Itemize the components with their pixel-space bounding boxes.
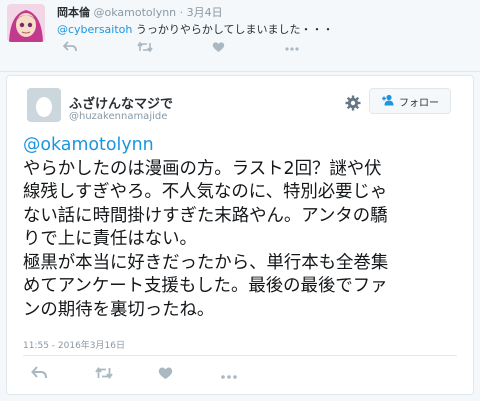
follow-button[interactable]: フォロー [369,88,451,114]
reply-icon[interactable] [62,41,77,57]
tweet-line: やらかしたのは漫画の方。ラスト2回？謎や伏 [23,158,382,179]
screen-name[interactable]: @huzakennamajide [69,111,167,122]
mention-link[interactable]: @okamotolynn [23,135,154,155]
tweet-line: りで上に責任はない。 [23,229,197,249]
retweet-icon[interactable] [137,41,153,57]
more-icon[interactable] [221,366,237,382]
tweet-line: ない話に時間掛けすぎた末路やん。アンタの驕 [23,205,388,226]
follow-label: フォロー [399,97,439,109]
tweet-line: めてアンケート支援もした。最後の最後でファ [23,276,388,296]
reply-text: @cybersaitoh うっかりやらかしてしまいました・・・ [57,21,334,37]
reply-body: うっかりやらかしてしまいました・・・ [135,23,334,36]
reply-icon[interactable] [31,366,47,383]
tweet-line: 線残しすぎやろ。不人気なのに、特別必要じゃ [23,182,388,202]
like-icon[interactable] [212,41,225,57]
follow-user-icon [381,94,395,109]
like-icon[interactable] [158,366,173,383]
tweet-date[interactable]: 3月4日 [187,6,223,19]
author-name[interactable]: 岡本倫 [57,6,90,19]
tweet-line: ンの期待を裏切ったね。 [23,299,215,320]
gear-icon[interactable] [344,94,362,112]
divider [23,355,457,356]
tweet-line: 極黒が本当に好きだったから、単行本も全巻集 [23,252,389,273]
tweet-timestamp[interactable]: 11:55 - 2016年3月16日 [23,338,125,351]
separator: · [179,6,184,19]
screen-name[interactable]: @okamotolynn [94,6,177,19]
context-tweet: 岡本倫 @okamotolynn · 3月4日 @cybersaitoh うっか… [0,0,480,72]
reply-header: 岡本倫 @okamotolynn · 3月4日 [57,4,223,20]
tweet-text: @okamotolynn やらかしたのは漫画の方。ラスト2回？謎や伏 線残しすぎ… [23,134,463,322]
mention-link[interactable]: @cybersaitoh [57,23,132,36]
more-icon[interactable] [285,41,299,55]
retweet-icon[interactable] [95,366,113,383]
avatar[interactable] [27,88,61,122]
avatar[interactable] [7,4,45,42]
author-name[interactable]: ふざけんなマジで [69,93,173,112]
main-tweet: ふざけんなマジで @huzakennamajide フォロー @okamotol… [6,75,474,395]
